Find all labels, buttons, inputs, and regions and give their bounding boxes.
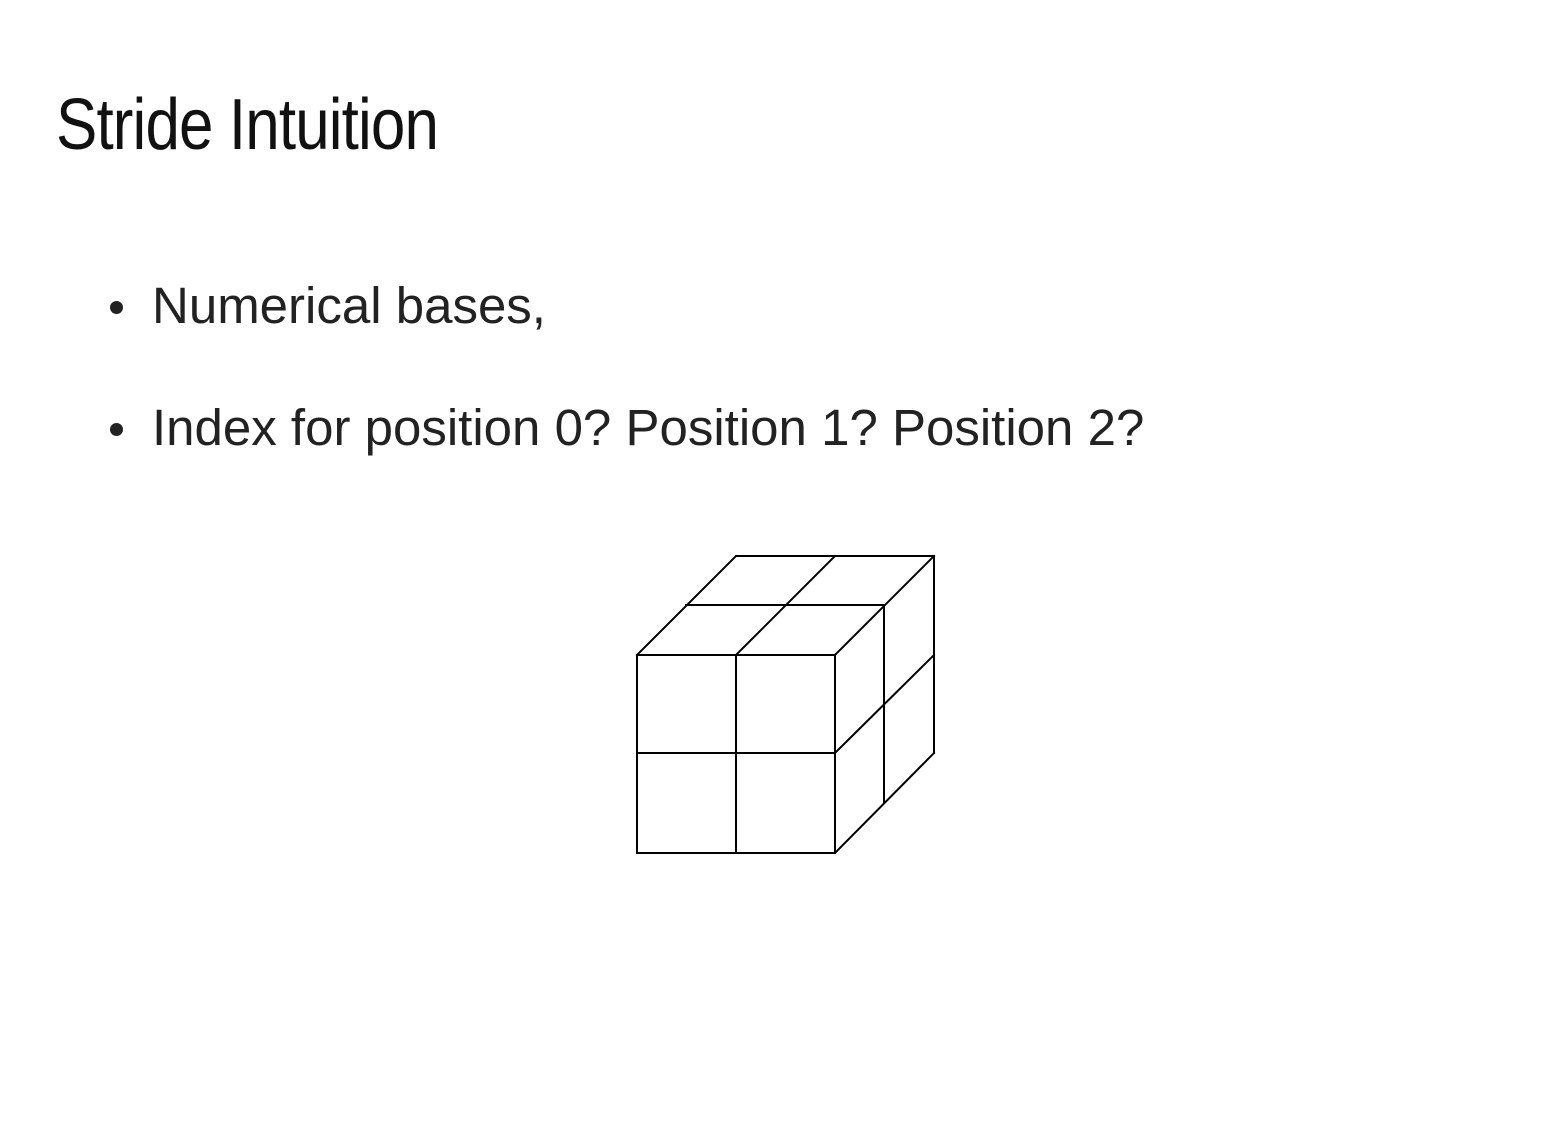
cube-top-face: [635, 554, 936, 657]
cube-right-face: [833, 555, 936, 855]
cube-grid-icon: [635, 554, 936, 855]
cube-front-face: [636, 654, 836, 854]
